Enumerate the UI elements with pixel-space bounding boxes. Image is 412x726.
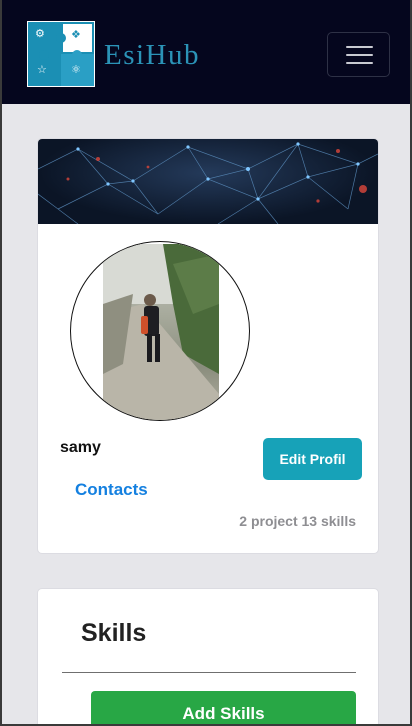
add-skills-button[interactable]: Add Skills [91,691,356,726]
hamburger-icon-line [346,54,373,56]
edit-profile-button[interactable]: Edit Profil [263,438,362,480]
contacts-link[interactable]: Contacts [75,480,148,500]
network-banner-icon [38,142,378,224]
user-name: samy [60,439,101,456]
profile-card: samy Edit Profil Contacts 2 project 13 s… [37,138,379,554]
hamburger-icon [346,46,373,48]
skills-card: Skills Add Skills [37,588,379,726]
hamburger-icon-line [346,62,373,64]
cover-image [38,139,378,224]
avatar[interactable] [70,241,250,421]
profile-stats: 2 project 13 skills [239,513,356,529]
brand-name[interactable]: EsiHub [104,37,200,73]
skills-title: Skills [81,619,147,647]
user-photo-icon [103,244,219,420]
brand-logo-icon[interactable]: ⚙ ☆ ⚛ ❖ [27,21,95,87]
navbar: ⚙ ☆ ⚛ ❖ EsiHub [0,0,412,104]
menu-toggle-button[interactable] [327,32,390,77]
divider [62,672,356,673]
